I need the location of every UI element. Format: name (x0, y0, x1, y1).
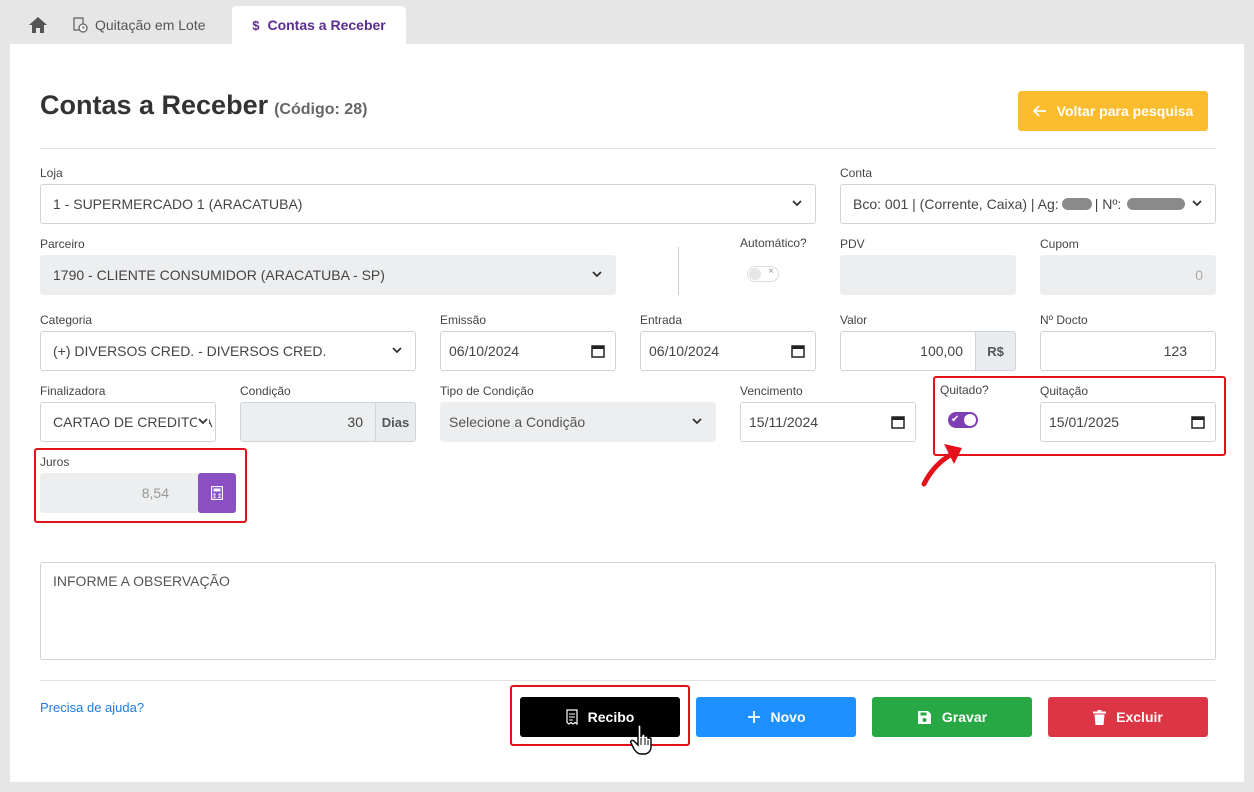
trash-icon (1093, 709, 1107, 725)
divider (40, 148, 1216, 149)
record-code: (Código: 28) (274, 101, 368, 118)
masked-value (1127, 198, 1186, 210)
tab-contas-receber[interactable]: $ Contas a Receber (232, 6, 406, 44)
emissao-label: Emissão (440, 313, 487, 327)
hand-cursor-icon (630, 724, 652, 755)
chevron-down-icon (392, 347, 402, 354)
entrada-date-input[interactable]: 06/10/2024 (640, 331, 816, 371)
document-clock-icon (73, 17, 88, 33)
cupom-label: Cupom (1040, 237, 1079, 251)
categoria-label: Categoria (40, 313, 93, 327)
automatico-toggle[interactable]: × (747, 266, 779, 282)
highlight-box-juros (34, 448, 247, 523)
conta-label: Conta (840, 166, 873, 180)
chevron-down-icon (592, 271, 602, 278)
finalizadora-label: Finalizadora (40, 384, 106, 398)
loja-select[interactable]: 1 - SUPERMERCADO 1 (ARACATUBA) (40, 184, 816, 224)
calendar-icon[interactable] (591, 344, 605, 358)
plus-icon (747, 711, 760, 723)
pdv-label: PDV (840, 237, 865, 251)
vencimento-date-input[interactable]: 15/11/2024 (740, 402, 916, 442)
tab-label: Quitação em Lote (95, 17, 206, 33)
conta-select[interactable]: Bco: 001 | (Corrente, Caixa) | Ag: | Nº: (840, 184, 1216, 224)
annotation-arrow-icon (921, 444, 962, 487)
save-icon (917, 710, 931, 724)
automatico-label: Automático? (740, 236, 807, 250)
finalizadora-select[interactable]: CARTAO DE CREDITO A (40, 402, 216, 442)
arrow-left-icon (1032, 105, 1046, 117)
valor-input[interactable]: 100,00 (840, 331, 976, 371)
cupom-input[interactable]: 0 (1040, 255, 1216, 295)
tab-quitacao-lote[interactable]: Quitação em Lote (72, 6, 222, 44)
chevron-down-icon (792, 200, 802, 207)
back-to-search-button[interactable]: Voltar para pesquisa (1018, 91, 1208, 131)
excluir-button[interactable]: Excluir (1048, 697, 1208, 737)
categoria-select[interactable]: (+) DIVERSOS CRED. - DIVERSOS CRED. (40, 331, 416, 371)
help-link[interactable]: Precisa de ajuda? (40, 700, 144, 715)
x-icon: × (768, 266, 774, 277)
ndocto-input[interactable]: 123 (1040, 331, 1216, 371)
condicao-label: Condição (240, 384, 291, 398)
observacao-textarea[interactable]: INFORME A OBSERVAÇÃO (40, 562, 1216, 660)
form-panel: Contas a Receber (Código: 28) Voltar para… (10, 44, 1244, 782)
tab-home[interactable] (18, 6, 58, 44)
calendar-icon[interactable] (791, 344, 805, 358)
toggle-knob (749, 268, 761, 280)
condicao-input[interactable]: 30 (240, 402, 376, 442)
entrada-label: Entrada (640, 313, 683, 327)
home-icon (29, 17, 47, 33)
pdv-input[interactable] (840, 255, 1016, 295)
highlight-box-recibo (510, 685, 690, 746)
vertical-divider (678, 247, 679, 295)
tipo-condicao-select[interactable]: Selecione a Condição (440, 402, 716, 442)
masked-value (1061, 198, 1092, 210)
parceiro-select[interactable]: 1790 - CLIENTE CONSUMIDOR (ARACATUBA - S… (40, 255, 616, 295)
divider (40, 680, 1216, 681)
highlight-box-quitacao (933, 376, 1226, 456)
ndocto-label: Nº Docto (1040, 313, 1088, 327)
valor-label: Valor (840, 313, 868, 327)
tab-label: Contas a Receber (267, 17, 386, 33)
emissao-date-input[interactable]: 06/10/2024 (440, 331, 616, 371)
novo-button[interactable]: Novo (696, 697, 856, 737)
dollar-icon: $ (252, 17, 260, 33)
vencimento-label: Vencimento (740, 384, 803, 398)
tipo-condicao-label: Tipo de Condição (440, 384, 534, 398)
dias-addon: Dias (375, 402, 416, 442)
chevron-down-icon (197, 415, 209, 427)
loja-label: Loja (40, 166, 63, 180)
gravar-button[interactable]: Gravar (872, 697, 1032, 737)
page-title: Contas a Receber (Código: 28) (40, 90, 368, 120)
parceiro-label: Parceiro (40, 237, 85, 251)
calendar-icon[interactable] (891, 415, 905, 429)
chevron-down-icon (692, 418, 702, 425)
chevron-down-icon (1192, 200, 1202, 207)
currency-addon: R$ (975, 331, 1016, 371)
